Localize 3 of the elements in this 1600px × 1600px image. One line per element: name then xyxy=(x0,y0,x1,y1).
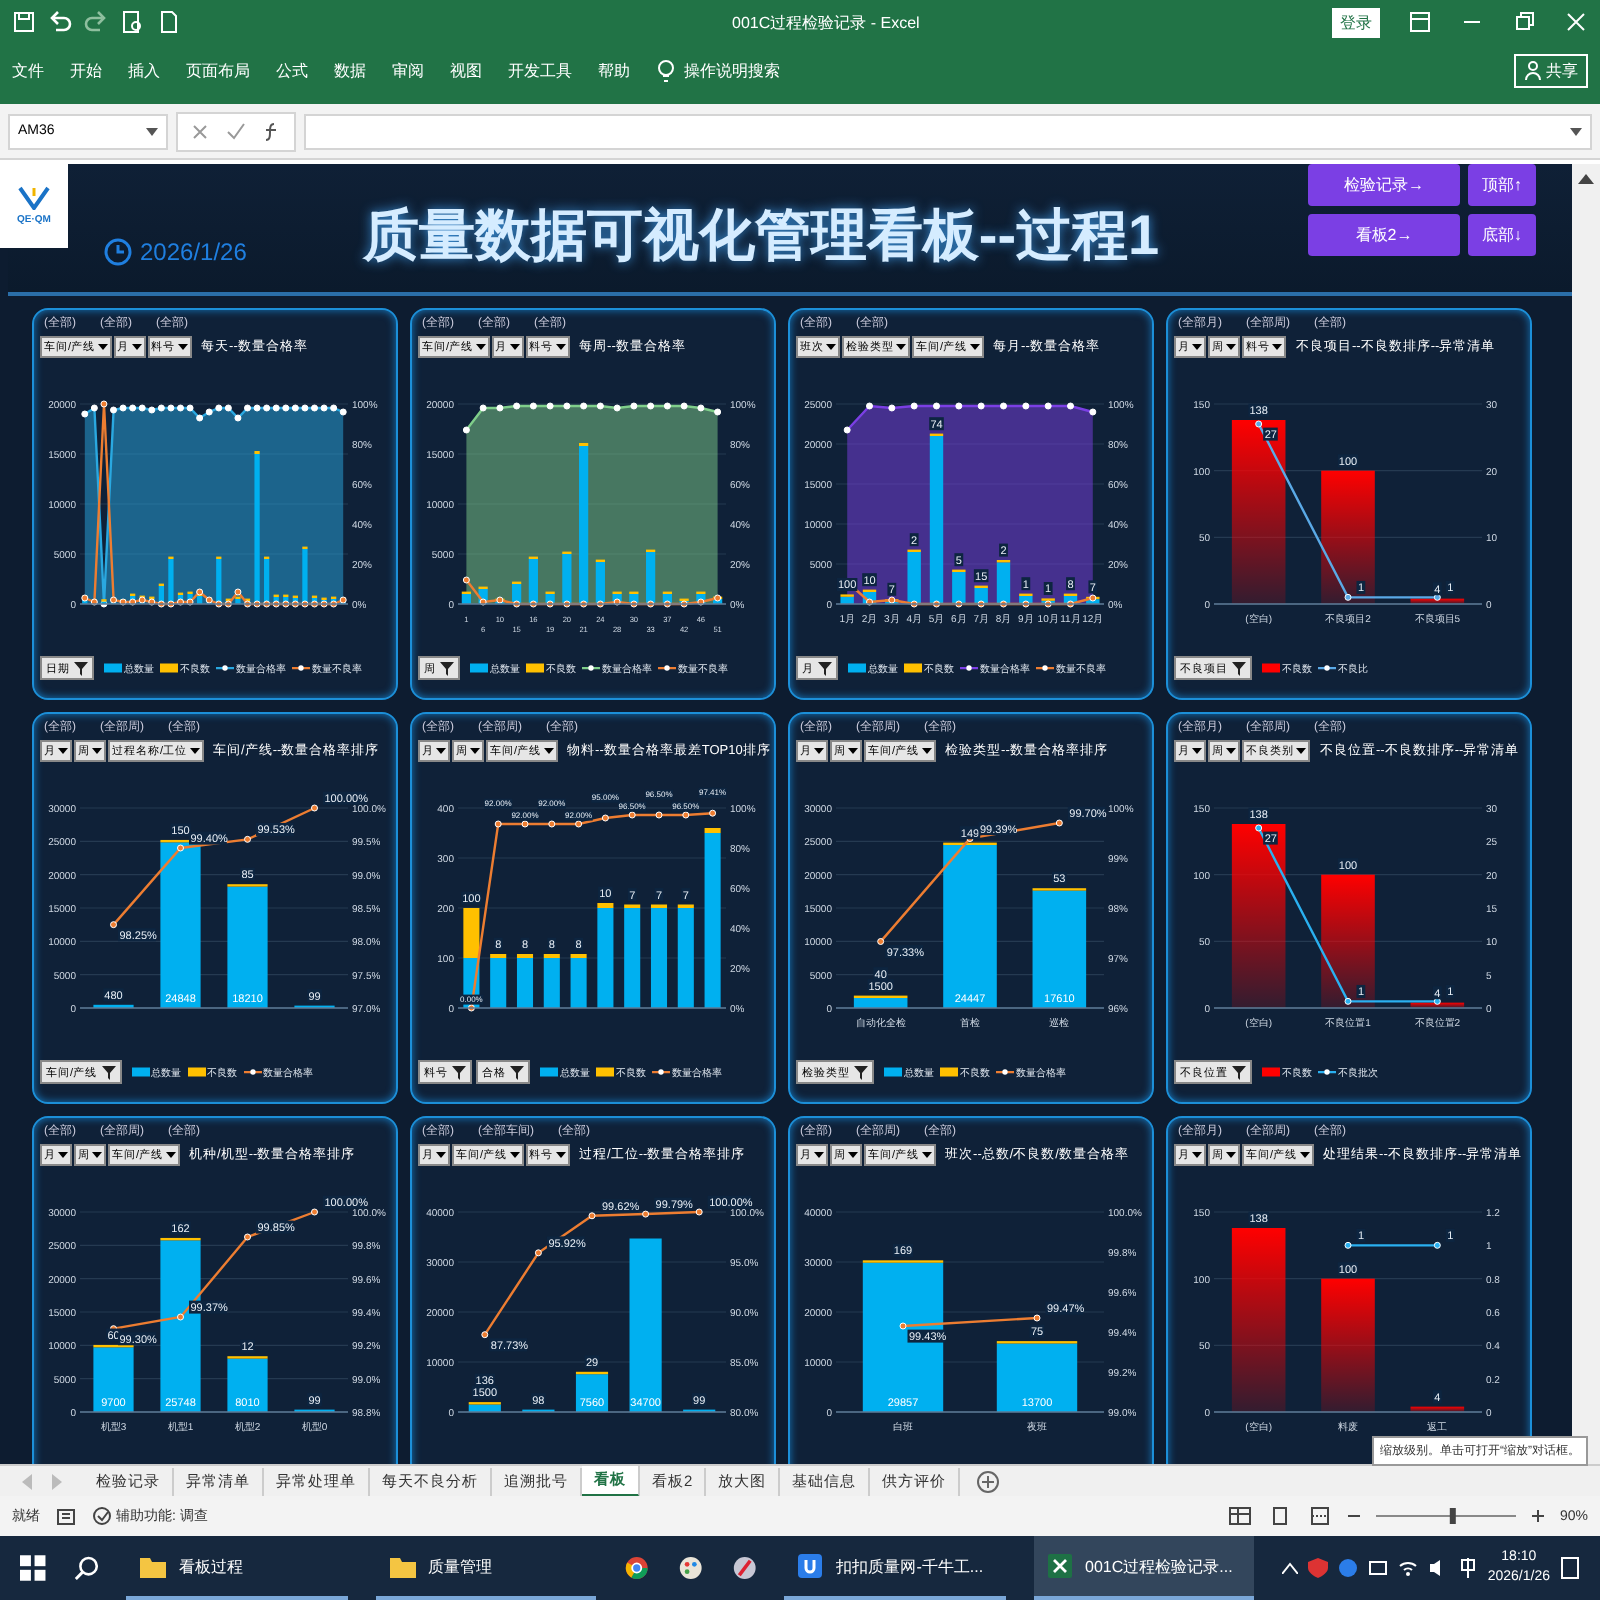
dashboard-title: 质量数据可视化管理看板--过程1 xyxy=(362,202,1160,270)
window-title: 001C过程检验记录 - Excel xyxy=(730,11,922,33)
date-text: 2026/1/26 xyxy=(140,238,247,266)
